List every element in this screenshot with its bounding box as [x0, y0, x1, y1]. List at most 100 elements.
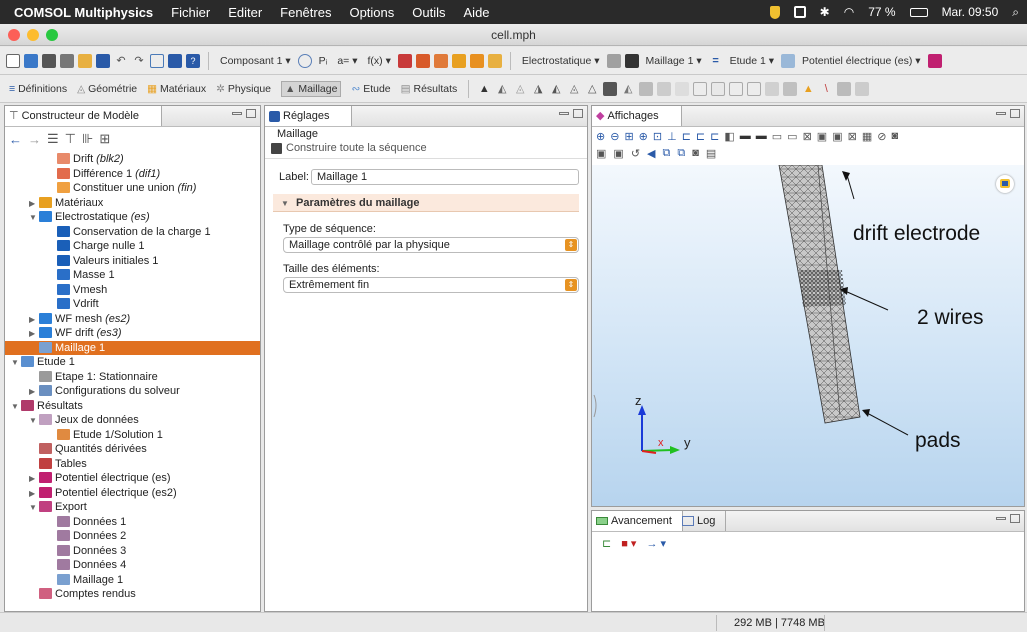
- tree-item[interactable]: Etape 1: Stationnaire: [5, 370, 260, 385]
- model-wizard-icon[interactable]: [24, 53, 38, 68]
- mesh-pen-icon[interactable]: \: [819, 82, 833, 96]
- mesh-layers-icon[interactable]: [765, 81, 780, 96]
- mesh-swept-icon[interactable]: ◭: [549, 82, 563, 96]
- convergence-dropdown-icon[interactable]: → ▾: [646, 537, 666, 550]
- section-header[interactable]: ▼ Paramètres du maillage: [273, 194, 579, 212]
- physics-dropdown[interactable]: Electrostatique ▾: [522, 55, 600, 67]
- tree-item[interactable]: Données 4: [5, 558, 260, 573]
- mesh-free-tet-icon[interactable]: ◭: [495, 82, 509, 96]
- menu-outils[interactable]: Outils: [412, 5, 445, 20]
- expanded-arrow-icon[interactable]: ▼: [29, 211, 39, 226]
- printer-icon[interactable]: ▤: [706, 147, 716, 160]
- view-zx-icon[interactable]: ⊏: [710, 130, 719, 143]
- mesh-edge-icon[interactable]: △: [585, 82, 599, 96]
- tree-item[interactable]: ▶ Potentiel électrique (es2): [5, 486, 260, 501]
- windows-icon[interactable]: [168, 53, 182, 68]
- select-domain-icon[interactable]: ◧: [724, 130, 734, 143]
- add-material-icon[interactable]: [469, 53, 484, 68]
- tree-item[interactable]: Constituer une union (fin): [5, 181, 260, 196]
- build-all-button[interactable]: Construire toute la séquence: [271, 142, 427, 154]
- tree-item[interactable]: Drift (blk2): [5, 152, 260, 167]
- collapsed-arrow-icon[interactable]: ▶: [29, 487, 39, 502]
- tree-item[interactable]: Vdrift: [5, 297, 260, 312]
- screenshot-icon[interactable]: ▣: [817, 130, 827, 143]
- materials-icon[interactable]: [451, 53, 466, 68]
- zoom-extents-icon[interactable]: ⊡: [653, 130, 662, 143]
- wifi-icon[interactable]: ◠: [844, 5, 854, 19]
- help-icon[interactable]: ?: [186, 53, 200, 68]
- tree-item[interactable]: ▼ Etude 1: [5, 355, 260, 370]
- menu-aide[interactable]: Aide: [464, 5, 490, 20]
- scene-light-icon[interactable]: ◙: [891, 130, 898, 142]
- image-icon[interactable]: ▣: [596, 147, 606, 160]
- variables-dropdown[interactable]: a= ▾: [337, 55, 357, 67]
- tree-item[interactable]: ▼ Export: [5, 500, 260, 515]
- tree-item[interactable]: ▶ Potentiel électrique (es): [5, 471, 260, 486]
- mesh-free-tri-icon[interactable]: ◬: [513, 82, 527, 96]
- camera-icon[interactable]: ◙: [692, 147, 699, 159]
- material-browser-icon[interactable]: [487, 53, 502, 68]
- tree-item[interactable]: Etude 1/Solution 1: [5, 428, 260, 443]
- mesh-import-icon[interactable]: [711, 81, 726, 96]
- mesh-mapped-icon[interactable]: ◮: [531, 82, 545, 96]
- mesh-boundary-icon[interactable]: ◬: [567, 82, 581, 96]
- show-icon[interactable]: ☰: [47, 131, 59, 147]
- tree-item[interactable]: ▶ Configurations du solveur: [5, 384, 260, 399]
- view-axes-icon[interactable]: ⊥: [667, 130, 677, 143]
- mesh-refine-icon[interactable]: [657, 81, 672, 96]
- parameters-button[interactable]: Pᵢ: [319, 55, 328, 67]
- bluetooth-icon[interactable]: ✱: [820, 5, 830, 19]
- mesh-dropdown[interactable]: Maillage 1 ▾: [646, 55, 702, 67]
- tree-item[interactable]: Tables: [5, 457, 260, 472]
- tree-item[interactable]: Comptes rendus: [5, 587, 260, 602]
- compute-icon[interactable]: =: [709, 54, 723, 68]
- progress-tab[interactable]: Avancement: [592, 511, 683, 531]
- expanded-arrow-icon[interactable]: ▼: [11, 356, 21, 371]
- close-window-button[interactable]: [8, 29, 20, 41]
- label-field[interactable]: Maillage 1: [311, 169, 579, 185]
- add-physics-icon[interactable]: [606, 53, 621, 68]
- undo-icon[interactable]: ↶: [114, 54, 128, 68]
- reset-desktop-icon[interactable]: [150, 53, 164, 68]
- graphics-canvas[interactable]: drift electrode 2 wires pads z x y: [592, 165, 1024, 506]
- mesh-quality-icon[interactable]: [783, 81, 798, 96]
- zoom-out-icon[interactable]: ⊖: [610, 130, 619, 143]
- maximize-panel-icon[interactable]: [1010, 514, 1020, 523]
- result-dropdown[interactable]: Potentiel électrique (es) ▾: [802, 55, 921, 67]
- mesh-warning-icon[interactable]: ▲: [801, 82, 815, 96]
- element-size-select[interactable]: Extrêmement fin ⇕: [283, 277, 579, 293]
- tree-item[interactable]: ▼ Electrostatique (es): [5, 210, 260, 225]
- maximize-panel-icon[interactable]: [246, 109, 256, 118]
- hide-icon[interactable]: ⊘: [877, 130, 886, 143]
- mesh-tab[interactable]: ▲ Maillage: [281, 80, 342, 97]
- tree-item[interactable]: Conservation de la charge 1: [5, 225, 260, 240]
- tree-view-icon[interactable]: ⊞: [99, 131, 110, 147]
- select-all-icon[interactable]: ▭: [787, 130, 797, 143]
- mesh-size-icon[interactable]: ◭: [621, 82, 635, 96]
- app-libraries-icon[interactable]: [60, 53, 74, 68]
- import-icon[interactable]: [433, 53, 448, 68]
- wireframe-icon[interactable]: ⊠: [848, 130, 857, 143]
- scene-view-icon[interactable]: ◀: [647, 147, 655, 160]
- grid-icon[interactable]: ▦: [862, 130, 872, 143]
- view-cube-icon[interactable]: [996, 175, 1014, 193]
- study-dropdown[interactable]: Etude 1 ▾: [730, 55, 774, 67]
- tree-item[interactable]: Maillage 1: [5, 573, 260, 588]
- plot-icon[interactable]: [927, 53, 942, 68]
- physics-tab[interactable]: ✲ Physique: [216, 83, 271, 95]
- zoom-window-button[interactable]: [46, 29, 58, 41]
- minimize-panel-icon[interactable]: [996, 112, 1006, 115]
- maximize-panel-icon[interactable]: [573, 109, 583, 118]
- shield-icon[interactable]: [769, 5, 780, 19]
- tree-item[interactable]: Vmesh: [5, 283, 260, 298]
- select-boundary-icon[interactable]: ▬: [740, 130, 751, 142]
- collapsed-arrow-icon[interactable]: ▶: [29, 197, 39, 212]
- mesh-distribution-icon[interactable]: [639, 81, 654, 96]
- transparency-icon[interactable]: ▣: [832, 130, 842, 143]
- build-mesh-icon[interactable]: [624, 53, 639, 68]
- minimize-panel-icon[interactable]: [232, 112, 242, 115]
- open-icon[interactable]: [78, 53, 92, 68]
- vpn-icon[interactable]: [793, 6, 806, 18]
- mesh-morph-icon[interactable]: [855, 81, 870, 96]
- export-image-icon[interactable]: ⧉: [677, 147, 685, 160]
